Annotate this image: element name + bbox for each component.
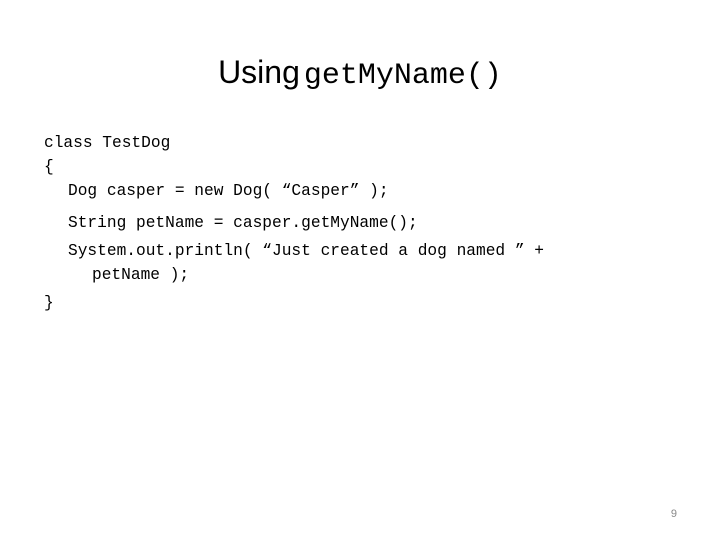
slide: Using getMyName() class TestDog { Dog ca… bbox=[0, 0, 720, 540]
title-word: Using bbox=[218, 54, 300, 90]
slide-title: Using getMyName() bbox=[0, 50, 720, 101]
code-line-class: class TestDog bbox=[44, 134, 171, 152]
code-line-dog-declaration: Dog casper = new Dog( “Casper” ); bbox=[68, 182, 389, 200]
code-line-println: System.out.println( “Just created a dog … bbox=[68, 242, 544, 260]
code-line-println-continuation: petName ); bbox=[92, 266, 190, 284]
title-code: getMyName() bbox=[303, 59, 502, 93]
code-line-close-brace: } bbox=[44, 294, 54, 312]
code-block: class TestDog { Dog casper = new Dog( “C… bbox=[44, 131, 684, 315]
code-line-open-brace: { bbox=[44, 158, 54, 176]
page-number: 9 bbox=[670, 508, 677, 520]
code-line-petname: String petName = casper.getMyName(); bbox=[68, 214, 418, 232]
